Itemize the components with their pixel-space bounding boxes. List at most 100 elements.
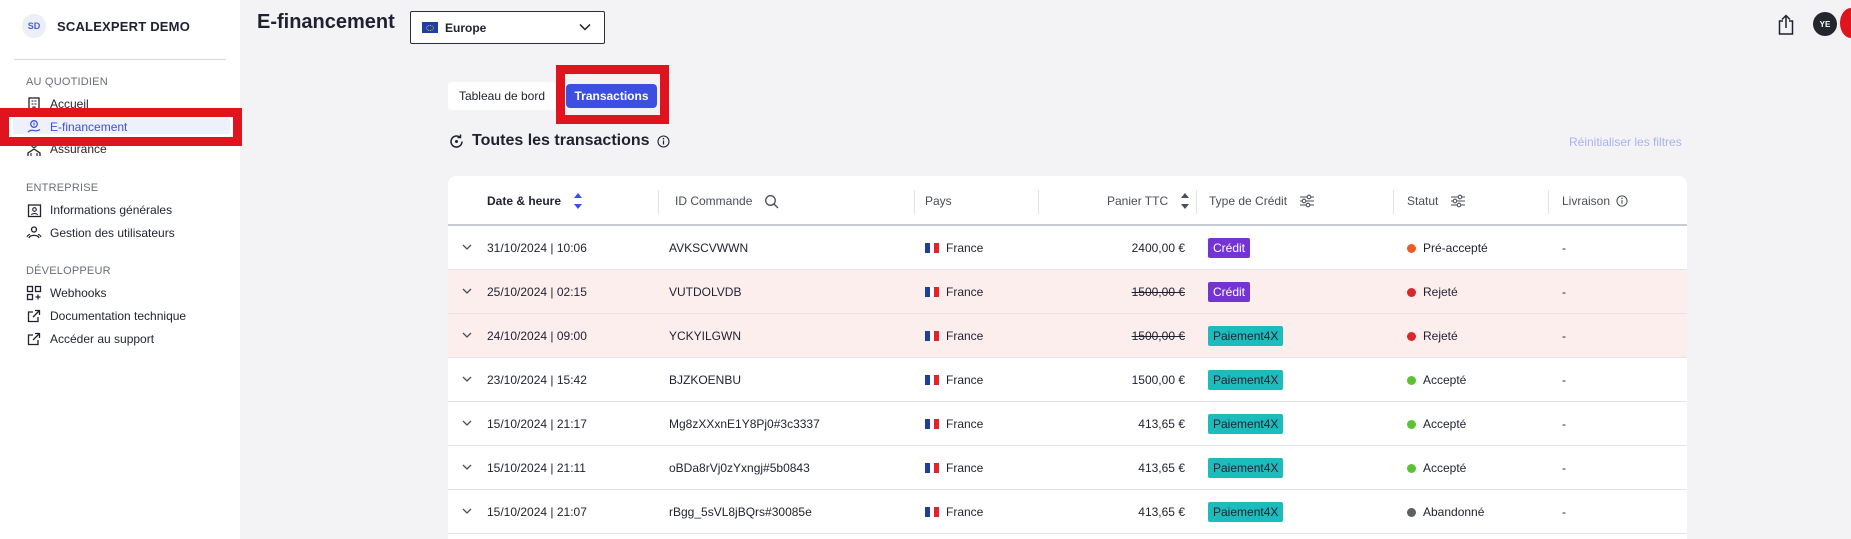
insurance-icon (26, 141, 42, 157)
column-separator (1548, 190, 1549, 214)
sidebar-item-label: Assurance (50, 142, 107, 156)
filter-icon[interactable] (1299, 194, 1315, 208)
france-flag-icon (925, 243, 940, 253)
external-link-icon (26, 331, 42, 347)
cell-order-id: AVKSCVWWN (669, 241, 749, 255)
sidebar-item-label: Accueil (50, 97, 89, 111)
eu-flag-icon (422, 22, 438, 33)
column-header-date[interactable]: Date & heure (487, 176, 583, 226)
cell-credit-type: Paiement4X (1208, 402, 1284, 446)
sidebar-item-accueil[interactable]: Accueil (26, 95, 89, 113)
status-dot (1407, 507, 1416, 517)
chevron-down-icon[interactable] (460, 240, 474, 254)
column-header-delivery[interactable]: Livraison (1562, 176, 1628, 226)
page-title: E-financement (257, 11, 395, 33)
cell-credit-type: Crédit (1208, 226, 1251, 270)
cell-credit-type: Paiement4X (1208, 314, 1284, 358)
cell-delivery: - (1562, 505, 1566, 519)
external-link-icon (26, 308, 42, 324)
cell-status: Abandonné (1407, 490, 1484, 534)
cell-country: France (925, 226, 983, 270)
share-icon[interactable] (1776, 14, 1796, 36)
chevron-down-icon[interactable] (460, 460, 474, 474)
sidebar-item-assurance[interactable]: Assurance (26, 140, 107, 158)
cell-country: France (925, 358, 983, 402)
sort-icon[interactable] (573, 191, 583, 211)
column-header-amount[interactable]: Panier TTC (1107, 176, 1190, 226)
table-row[interactable]: 23/10/2024 | 15:42 BJZKOENBU France 1500… (448, 358, 1687, 402)
cell-status: Accepté (1407, 358, 1466, 402)
reset-filters-link[interactable]: Réinitialiser les filtres (1569, 135, 1682, 149)
sidebar-item-e-financement[interactable]: E-financement (26, 118, 127, 136)
cell-country: France (925, 270, 983, 314)
chevron-down-icon[interactable] (460, 284, 474, 298)
cell-status: Accepté (1407, 402, 1466, 446)
financing-icon (26, 119, 42, 135)
cell-amount: 413,65 € (1138, 505, 1185, 519)
cell-credit-type: Crédit (1208, 270, 1251, 314)
column-header-status[interactable]: Statut (1407, 176, 1466, 226)
sidebar-item-support[interactable]: Accéder au support (26, 330, 154, 348)
cell-delivery: - (1562, 241, 1566, 255)
table-row[interactable]: 15/10/2024 | 21:17 Mg8zXXxnE1Y8Pj0#3c333… (448, 402, 1687, 446)
sidebar-item-webhooks[interactable]: Webhooks (26, 284, 106, 302)
search-icon[interactable] (764, 194, 779, 209)
cell-order-id: BJZKOENBU (669, 373, 742, 387)
status-dot (1407, 463, 1416, 473)
cell-status: Accepté (1407, 446, 1466, 490)
tab-tableau-de-bord[interactable]: Tableau de bord (448, 82, 556, 110)
sidebar-item-informations-generales[interactable]: Informations générales (26, 201, 172, 219)
filter-icon[interactable] (1450, 194, 1466, 208)
cell-order-id: rBgg_5sVL8jBQrs#30085e (669, 505, 812, 519)
user-avatar[interactable]: YE (1813, 12, 1837, 36)
credit-type-badge: Crédit (1208, 238, 1251, 258)
company-info-icon (26, 202, 42, 218)
column-separator (1196, 190, 1197, 214)
credit-type-badge: Paiement4X (1208, 502, 1284, 522)
chevron-down-icon[interactable] (460, 328, 474, 342)
tab-transactions[interactable]: Transactions (566, 84, 657, 108)
table-row[interactable]: 15/10/2024 | 21:11 oBDa8rVj0zYxngj#5b084… (448, 446, 1687, 490)
cell-date: 15/10/2024 | 21:11 (487, 461, 586, 475)
credit-type-badge: Paiement4X (1208, 414, 1284, 434)
table-row[interactable]: 25/10/2024 | 02:15 VUTDOLVDB France 1500… (448, 270, 1687, 314)
france-flag-icon (925, 419, 940, 429)
cell-status: Rejeté (1407, 314, 1458, 358)
cell-date: 24/10/2024 | 09:00 (487, 329, 587, 343)
table-row[interactable]: 31/10/2024 | 10:06 AVKSCVWWN France 2400… (448, 226, 1687, 270)
credit-type-badge: Crédit (1208, 282, 1251, 302)
credit-type-badge: Paiement4X (1208, 370, 1284, 390)
cell-country: France (925, 446, 983, 490)
notification-avatar[interactable] (1840, 8, 1851, 38)
sidebar-item-label: Informations générales (50, 203, 173, 217)
cell-date: 25/10/2024 | 02:15 (487, 285, 587, 299)
brand[interactable]: SD SCALEXPERT DEMO (22, 14, 190, 38)
column-separator (658, 190, 659, 214)
cell-delivery: - (1562, 417, 1566, 431)
chevron-down-icon[interactable] (460, 416, 474, 430)
sidebar-item-label: Accéder au support (50, 332, 155, 346)
cell-status: Pré-accepté (1407, 226, 1488, 270)
webhooks-icon (26, 285, 42, 301)
column-header-order-id[interactable]: ID Commande (675, 176, 779, 226)
region-select[interactable]: Europe (410, 11, 605, 44)
chevron-down-icon[interactable] (460, 504, 474, 518)
table-row[interactable]: 24/10/2024 | 09:00 YCKYILGWN France 1500… (448, 314, 1687, 358)
sidebar: SD SCALEXPERT DEMO AU QUOTIDIEN Accueil … (0, 0, 240, 539)
info-icon[interactable] (656, 134, 670, 148)
sidebar-item-gestion-utilisateurs[interactable]: Gestion des utilisateurs (26, 224, 175, 242)
cell-date: 23/10/2024 | 15:42 (487, 373, 587, 387)
cell-country: France (925, 314, 983, 358)
chevron-down-icon[interactable] (460, 372, 474, 386)
table-row[interactable]: 15/10/2024 | 21:07 rBgg_5sVL8jBQrs#30085… (448, 490, 1687, 534)
cell-delivery: - (1562, 329, 1566, 343)
cell-credit-type: Paiement4X (1208, 358, 1284, 402)
sidebar-item-documentation[interactable]: Documentation technique (26, 307, 186, 325)
list-title: Toutes les transactions (472, 132, 650, 149)
info-icon[interactable] (1616, 195, 1628, 207)
sort-icon[interactable] (1180, 191, 1190, 211)
cell-amount: 1500,00 € (1131, 373, 1185, 387)
column-header-credit-type[interactable]: Type de Crédit (1209, 176, 1315, 226)
column-header-country[interactable]: Pays (925, 176, 952, 226)
building-icon (26, 96, 42, 112)
